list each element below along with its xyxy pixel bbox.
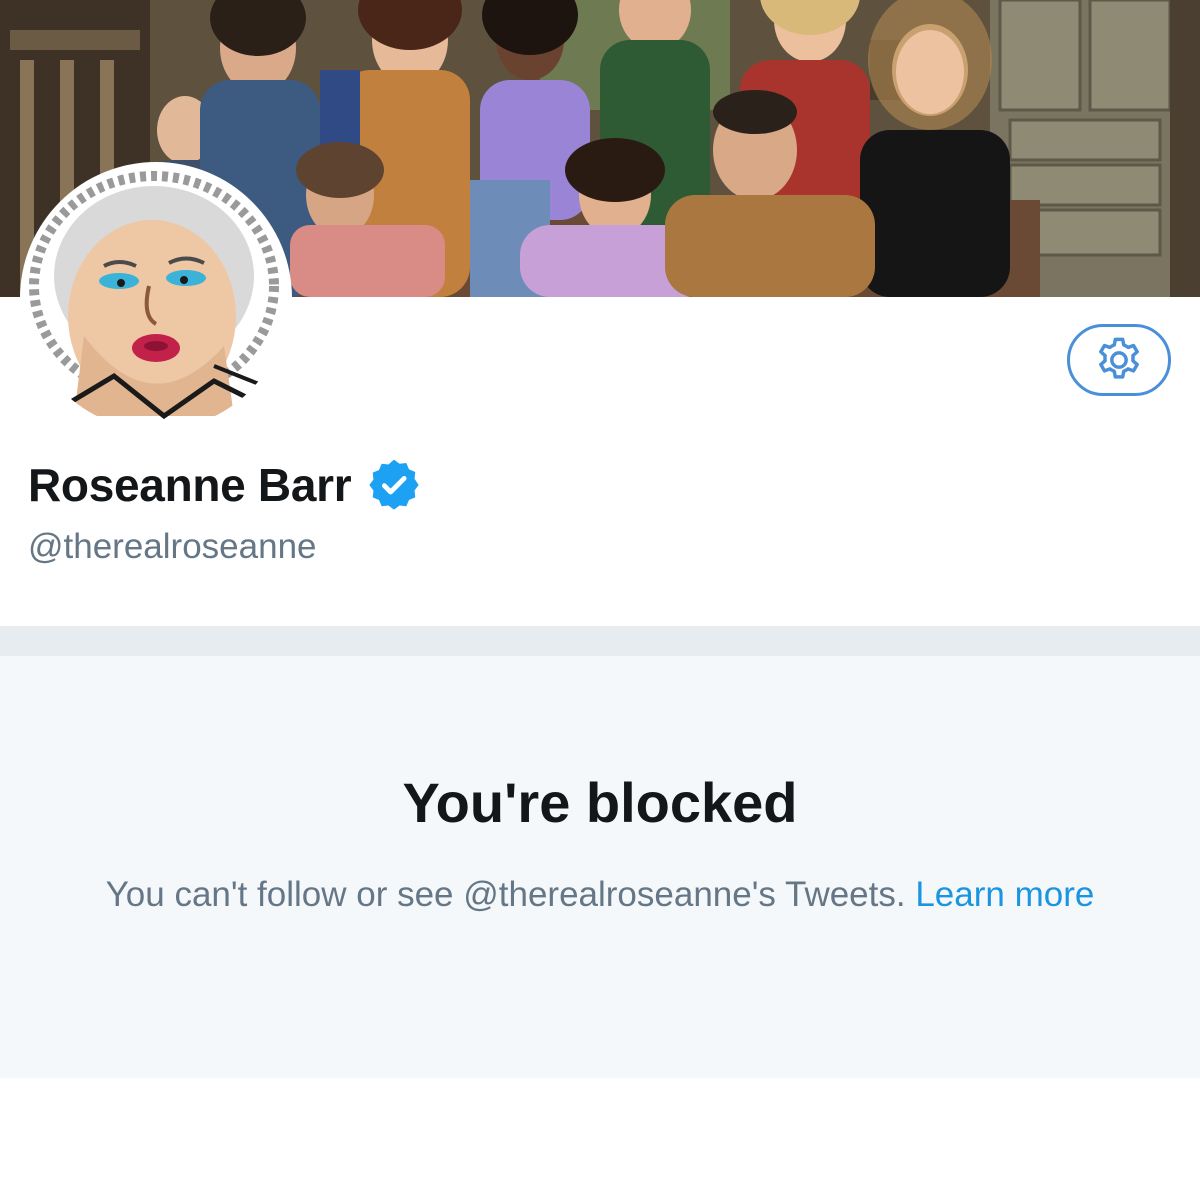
profile-display-name: Roseanne Barr	[28, 459, 352, 511]
blocked-message-container: You can't follow or see @therealroseanne…	[60, 868, 1140, 922]
blocked-message: You can't follow or see @therealroseanne…	[105, 875, 906, 914]
verified-badge-icon	[365, 456, 423, 514]
avatar-image	[24, 166, 288, 430]
blocked-title: You're blocked	[402, 771, 798, 834]
gear-icon	[1093, 334, 1145, 386]
profile-avatar[interactable]	[20, 162, 292, 434]
section-divider	[0, 626, 1200, 656]
profile-settings-button[interactable]	[1067, 324, 1171, 396]
learn-more-link[interactable]: Learn more	[915, 875, 1094, 914]
profile-name-row: Roseanne Barr	[28, 456, 423, 514]
blocked-notice: You're blocked You can't follow or see @…	[0, 656, 1200, 1078]
profile-handle: @therealroseanne	[28, 527, 317, 566]
